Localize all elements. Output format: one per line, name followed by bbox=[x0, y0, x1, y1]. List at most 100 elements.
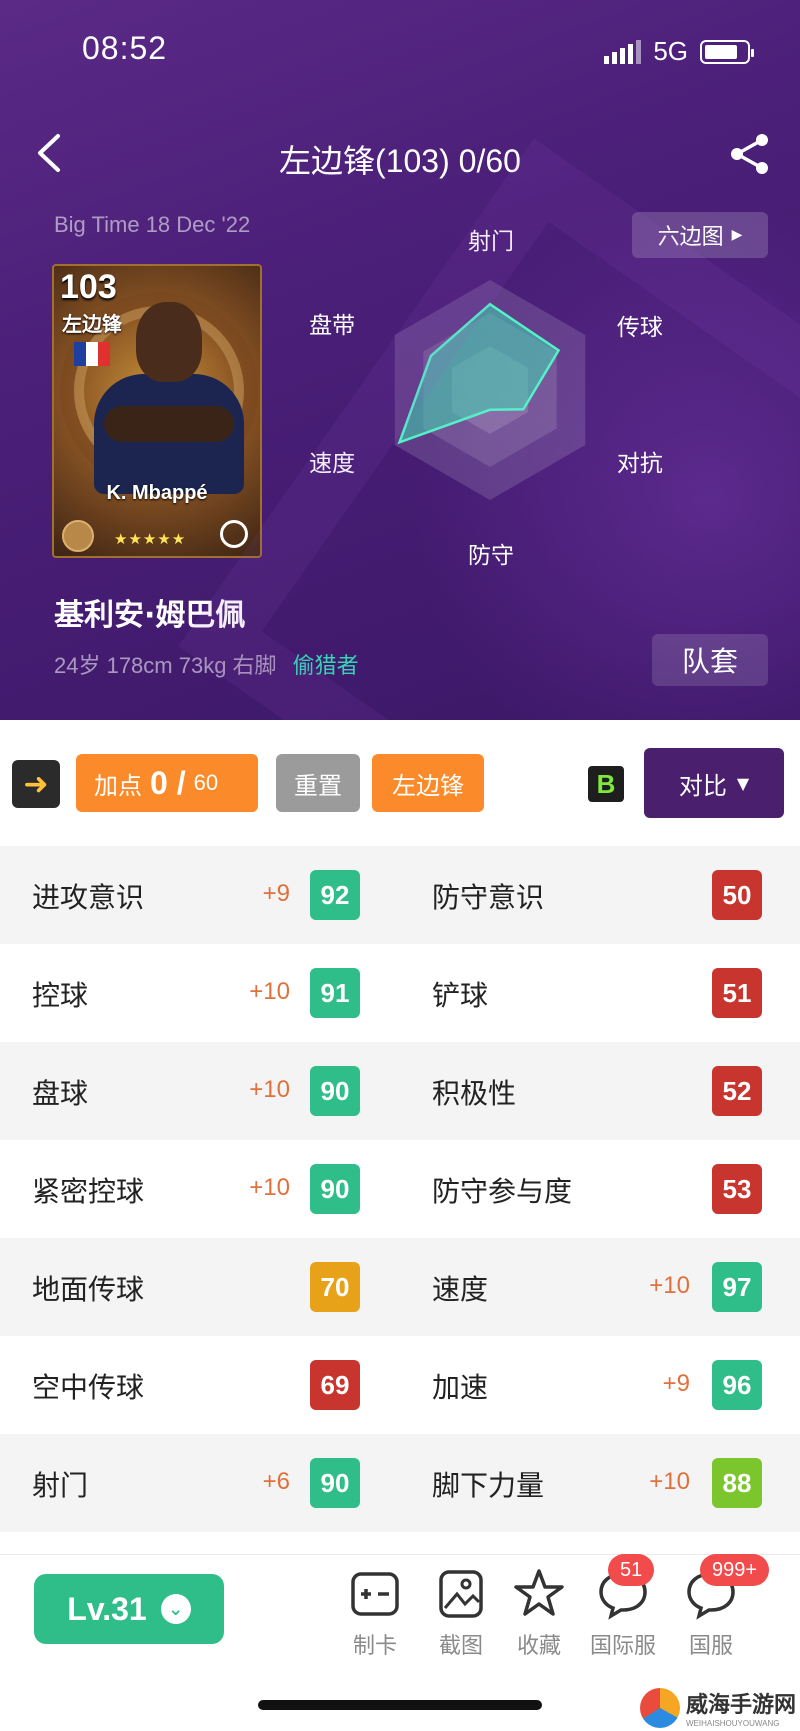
stat-row: 盘球 +10 90 积极性 52 bbox=[0, 1042, 800, 1140]
chevron-down-icon: ⌄ bbox=[160, 1594, 191, 1624]
star-icon bbox=[514, 1569, 564, 1616]
position-button[interactable]: 左边锋 bbox=[372, 754, 484, 812]
page-title: 左边锋(103) 0/60 bbox=[279, 143, 521, 179]
player-bio: 24岁 178cm 73kg 右脚 bbox=[54, 653, 277, 678]
tab-favorites[interactable]: 收藏 bbox=[494, 1566, 584, 1676]
ability-radar-chart bbox=[394, 280, 586, 500]
coin-icon bbox=[62, 520, 94, 552]
stat-row: 射门 +6 90 脚下力量 +10 88 bbox=[0, 1434, 800, 1532]
playstyle-tag[interactable]: 偷猎者 bbox=[293, 653, 359, 678]
stat-name: 空中传球 bbox=[32, 1371, 145, 1404]
card-rating: 103 bbox=[60, 268, 117, 306]
network-label: 5G bbox=[653, 36, 688, 66]
tab-cn-server[interactable]: 999+ 国服 bbox=[666, 1554, 770, 1676]
stat-item[interactable]: 速度 +10 97 bbox=[400, 1238, 800, 1336]
compare-button[interactable]: 对比 ▼ bbox=[644, 748, 784, 818]
tab-screenshot[interactable]: 截图 bbox=[416, 1566, 506, 1676]
stat-item[interactable]: 防守意识 50 bbox=[400, 846, 800, 944]
stat-value: 53 bbox=[712, 1164, 762, 1214]
points-label: 加点 bbox=[94, 771, 142, 800]
stat-item[interactable]: 脚下力量 +10 88 bbox=[400, 1434, 800, 1532]
stat-bonus: +6 bbox=[262, 1468, 290, 1495]
points-max: 60 bbox=[193, 770, 219, 795]
tab-label: 国际服 bbox=[589, 1634, 656, 1659]
arrow-right-icon[interactable]: ➜ bbox=[12, 760, 60, 808]
stat-row: 地面传球 70 速度 +10 97 bbox=[0, 1238, 800, 1336]
stat-value: 52 bbox=[712, 1066, 762, 1116]
stat-value: 90 bbox=[310, 1164, 360, 1214]
tab-make-card[interactable]: 制卡 bbox=[330, 1566, 420, 1676]
watermark-title: 威海手游网 bbox=[686, 1693, 797, 1718]
stat-bonus: +10 bbox=[249, 1174, 290, 1201]
level-label: Lv.31 bbox=[67, 1590, 147, 1627]
stat-item[interactable]: 加速 +9 96 bbox=[400, 1336, 800, 1434]
stat-item[interactable]: 紧密控球 +10 90 bbox=[0, 1140, 400, 1238]
make-card-icon bbox=[351, 1572, 399, 1616]
tab-label: 收藏 bbox=[516, 1634, 561, 1659]
stat-value: 90 bbox=[310, 1066, 360, 1116]
stat-item[interactable]: 铲球 51 bbox=[400, 944, 800, 1042]
radar-label: 对抗 bbox=[616, 451, 663, 477]
radar-data-polygon bbox=[397, 302, 561, 445]
stat-item[interactable]: 进攻意识 +9 92 bbox=[0, 846, 400, 944]
stat-item[interactable]: 控球 +10 91 bbox=[0, 944, 400, 1042]
player-arms bbox=[104, 406, 234, 442]
stat-item[interactable]: 射门 +6 90 bbox=[0, 1434, 400, 1532]
stat-name: 盘球 bbox=[32, 1077, 89, 1110]
grade-badge[interactable]: B bbox=[588, 766, 624, 802]
player-card[interactable]: 103 左边锋 K. Mbappé ★★★★★ bbox=[52, 264, 262, 558]
stat-bonus: +9 bbox=[662, 1370, 690, 1397]
compare-label: 对比 bbox=[678, 771, 727, 800]
stat-value: 88 bbox=[712, 1458, 762, 1508]
kit-button[interactable]: 队套 bbox=[652, 634, 768, 686]
stat-value: 92 bbox=[310, 870, 360, 920]
stat-name: 加速 bbox=[432, 1371, 489, 1404]
player-header: 08:52 5G 左边锋(103) 0/60 Big Time 18 Dec '… bbox=[0, 0, 800, 720]
stat-name: 防守意识 bbox=[432, 881, 545, 914]
home-indicator[interactable] bbox=[258, 1700, 542, 1710]
stat-bonus: +9 bbox=[262, 880, 290, 907]
notification-badge: 999+ bbox=[700, 1554, 770, 1586]
stat-row: 控球 +10 91 铲球 51 bbox=[0, 944, 800, 1042]
stat-item[interactable]: 空中传球 69 bbox=[0, 1336, 400, 1434]
stat-name: 进攻意识 bbox=[32, 881, 145, 914]
stat-value: 96 bbox=[712, 1360, 762, 1410]
stat-value: 91 bbox=[310, 968, 360, 1018]
stat-name: 脚下力量 bbox=[432, 1469, 545, 1502]
stat-name: 地面传球 bbox=[32, 1273, 145, 1306]
stat-item[interactable]: 盘球 +10 90 bbox=[0, 1042, 400, 1140]
tab-label: 截图 bbox=[438, 1634, 483, 1659]
stat-name: 射门 bbox=[32, 1469, 89, 1502]
stat-value: 97 bbox=[712, 1262, 762, 1312]
level-button[interactable]: Lv.31 ⌄ bbox=[34, 1574, 224, 1644]
share-icon[interactable] bbox=[728, 132, 772, 176]
stat-name: 控球 bbox=[32, 979, 89, 1012]
radar-grid-ring bbox=[394, 280, 586, 500]
stat-name: 紧密控球 bbox=[32, 1175, 145, 1208]
stat-item[interactable]: 地面传球 70 bbox=[0, 1238, 400, 1336]
player-info: 24岁 178cm 73kg 右脚 偷猎者 bbox=[54, 648, 359, 680]
stat-row: 紧密控球 +10 90 防守参与度 53 bbox=[0, 1140, 800, 1238]
stat-value: 50 bbox=[712, 870, 762, 920]
stat-item[interactable]: 防守参与度 53 bbox=[400, 1140, 800, 1238]
tab-label: 制卡 bbox=[352, 1634, 397, 1659]
card-position: 左边锋 bbox=[62, 312, 122, 336]
stat-bonus: +10 bbox=[249, 1076, 290, 1103]
radar-label: 速度 bbox=[309, 451, 356, 477]
screenshot-icon bbox=[439, 1570, 483, 1618]
radar-label: 传球 bbox=[616, 315, 663, 341]
add-points-button[interactable]: 加点 0 / 60 bbox=[76, 754, 258, 812]
stat-item[interactable]: 积极性 52 bbox=[400, 1042, 800, 1140]
card-edition: Big Time 18 Dec '22 bbox=[54, 212, 251, 237]
radar-label: 防守 bbox=[468, 543, 514, 569]
radar-label: 射门 bbox=[468, 229, 514, 255]
tab-international-server[interactable]: 51 国际服 bbox=[578, 1554, 668, 1676]
points-value: 0 / bbox=[150, 764, 186, 801]
stat-bonus: +10 bbox=[649, 1272, 690, 1299]
reset-button[interactable]: 重置 bbox=[276, 754, 360, 812]
stat-value: 69 bbox=[310, 1360, 360, 1410]
radar-grid-ring bbox=[423, 313, 557, 467]
stat-row: 空中传球 69 加速 +9 96 bbox=[0, 1336, 800, 1434]
stat-bonus: +10 bbox=[249, 978, 290, 1005]
battery-icon bbox=[700, 39, 754, 64]
